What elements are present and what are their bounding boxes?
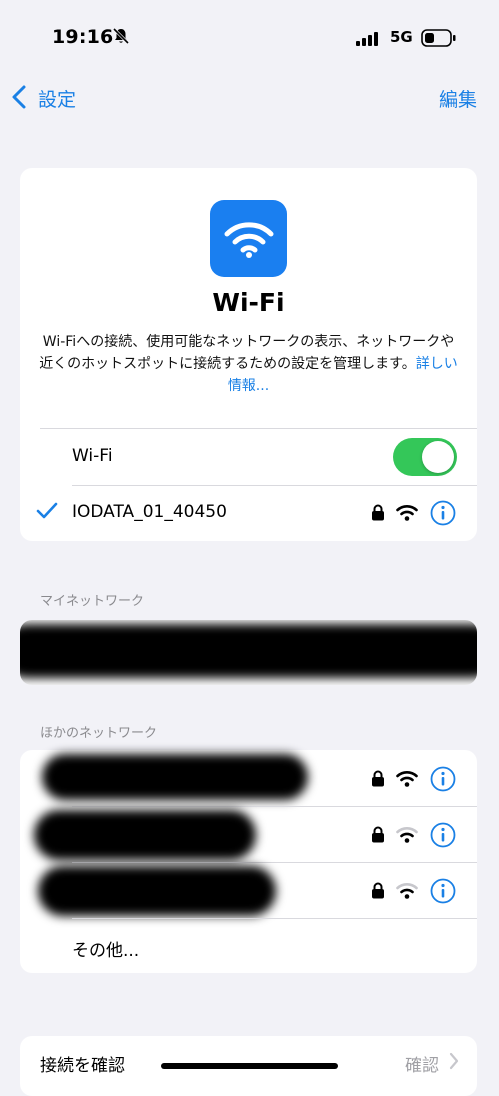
redacted-network-name[interactable] bbox=[34, 810, 256, 860]
wifi-toggle[interactable] bbox=[393, 438, 457, 476]
wifi-app-icon bbox=[210, 200, 287, 277]
divider bbox=[40, 428, 477, 429]
other-network-button[interactable]: その他... bbox=[72, 936, 139, 961]
description-text: Wi-Fiへの接続、使用可能なネットワークの表示、ネットワークや近くのホットスポ… bbox=[39, 334, 455, 372]
info-icon[interactable] bbox=[430, 500, 456, 530]
wifi-toggle-label: Wi-Fi bbox=[72, 446, 113, 466]
wifi-description: Wi-Fiへの接続、使用可能なネットワークの表示、ネットワークや近くのホットスポ… bbox=[36, 331, 461, 397]
info-icon[interactable] bbox=[430, 822, 456, 852]
redacted-network-name[interactable] bbox=[42, 754, 308, 800]
lock-icon bbox=[371, 770, 385, 791]
connection-check-label: 接続を確認 bbox=[40, 1056, 125, 1076]
home-indicator[interactable] bbox=[161, 1063, 338, 1069]
divider bbox=[72, 485, 477, 486]
redacted-network-name[interactable] bbox=[38, 866, 276, 916]
lock-icon bbox=[371, 882, 385, 903]
wifi-card: Wi-Fi Wi-Fiへの接続、使用可能なネットワークの表示、ネットワークや近く… bbox=[20, 168, 477, 541]
network-type: 5G bbox=[390, 28, 413, 46]
connection-check-value: 確認 bbox=[405, 1056, 439, 1076]
edit-button[interactable]: 編集 bbox=[439, 85, 477, 112]
checkmark-icon bbox=[36, 502, 58, 524]
info-icon[interactable] bbox=[430, 878, 456, 908]
divider bbox=[72, 806, 477, 807]
status-time: 19:16 bbox=[52, 26, 114, 48]
lock-icon bbox=[371, 826, 385, 847]
wifi-signal-icon bbox=[396, 504, 418, 525]
bell-slash-icon bbox=[112, 27, 130, 49]
chevron-right-icon bbox=[449, 1052, 459, 1074]
battery-icon bbox=[421, 29, 457, 51]
wifi-signal-weak-icon bbox=[396, 882, 418, 903]
cellular-signal-icon bbox=[356, 31, 382, 50]
connected-network-name[interactable]: IODATA_01_40450 bbox=[72, 502, 227, 522]
other-networks-header: ほかのネットワーク bbox=[40, 726, 158, 741]
lock-icon bbox=[371, 504, 385, 525]
toggle-knob bbox=[422, 441, 454, 473]
wifi-signal-weak-icon bbox=[396, 826, 418, 847]
my-networks-header: マイネットワーク bbox=[40, 594, 145, 609]
back-chevron-icon[interactable] bbox=[10, 84, 28, 114]
my-networks-list bbox=[20, 620, 477, 685]
info-icon[interactable] bbox=[430, 766, 456, 796]
wifi-signal-icon bbox=[396, 770, 418, 791]
divider bbox=[72, 862, 477, 863]
back-button[interactable]: 設定 bbox=[38, 85, 76, 112]
other-networks-list: その他... bbox=[20, 750, 477, 973]
page-title: Wi-Fi bbox=[212, 288, 285, 317]
divider bbox=[72, 918, 477, 919]
redacted-network bbox=[20, 624, 477, 678]
